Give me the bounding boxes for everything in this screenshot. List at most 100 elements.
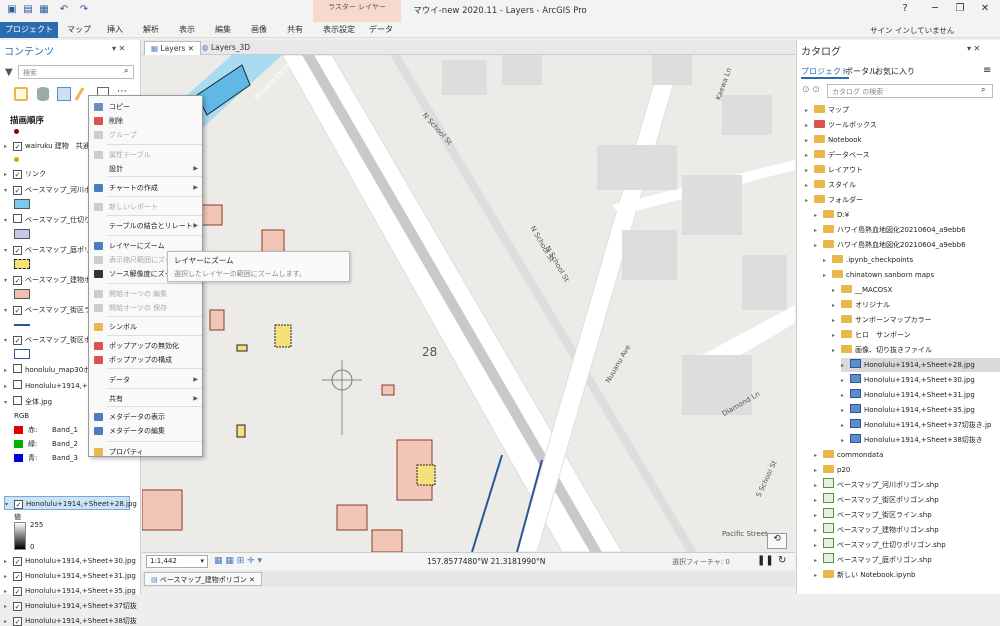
- menu-item[interactable]: データ ▶: [89, 373, 204, 387]
- catalog-item[interactable]: ▸ 新しい Notebook.ipynb: [814, 568, 916, 582]
- search-icon[interactable]: ⌕: [124, 66, 128, 76]
- undo-icon[interactable]: ↶: [58, 4, 70, 16]
- catalog-item[interactable]: ▸ D:¥: [814, 208, 849, 222]
- menu-item[interactable]: シンボル: [89, 320, 204, 334]
- menu-item[interactable]: テーブルの結合とリレート ▶: [89, 219, 204, 233]
- refresh-icon[interactable]: ↻: [778, 555, 786, 566]
- catalog-item[interactable]: ▸ Honolulu+1914,+Sheet+28.jpg: [841, 358, 1000, 372]
- layer-item[interactable]: ▸ ✓ Honolulu+1914,+Sheet+37切抜: [4, 599, 137, 613]
- attribute-table-tab[interactable]: ▤ ベースマップ_建物ポリゴン ✕: [144, 572, 262, 586]
- signin-status[interactable]: サイン インしていません: [870, 25, 954, 36]
- catalog-item[interactable]: ▸ Honolulu+1914,+Sheet+38切抜き: [841, 433, 983, 447]
- catalog-item[interactable]: ▸ ベースマップ_建物ポリゴン.shp: [814, 523, 939, 537]
- layer-item[interactable]: ▾ 全体.jpg: [4, 395, 52, 409]
- menu-item[interactable]: メタデータの編集: [89, 424, 204, 438]
- catalog-item[interactable]: ▸ __MACOSX: [832, 283, 892, 297]
- scale-select[interactable]: 1:1,442 ▾: [146, 555, 208, 568]
- layer-item[interactable]: ▸ ✓ リンク: [4, 167, 46, 181]
- catalog-item[interactable]: ▸ ベースマップ_庭ポリゴン.shp: [814, 553, 932, 567]
- tab-share[interactable]: 共有: [280, 22, 310, 38]
- new-project-icon[interactable]: ▣: [6, 4, 18, 16]
- layer-item[interactable]: ▸ ✓ Honolulu+1914,+Sheet+35.jpg: [4, 584, 136, 598]
- menu-item[interactable]: 削除: [89, 114, 204, 128]
- layer-item-selected[interactable]: ▾ ✓ Honolulu+1914,+Sheet+28.jpg: [4, 496, 137, 510]
- catalog-search-input[interactable]: カタログ の検索: [827, 84, 993, 98]
- layer-item[interactable]: ▸ ✓ Honolulu+1914,+Sheet+38切抜: [4, 614, 137, 626]
- data-source-icon[interactable]: [37, 87, 49, 101]
- contents-search-input[interactable]: 検索: [18, 65, 134, 79]
- layer-item[interactable]: ▸ Honolulu+1914,+Sh: [4, 379, 97, 393]
- catalog-item[interactable]: ▸ p20: [814, 463, 850, 477]
- catalog-item[interactable]: ▸ データベース: [805, 148, 870, 162]
- help-icon[interactable]: ?: [895, 3, 915, 19]
- menu-item[interactable]: チャートの作成 ▶: [89, 181, 204, 195]
- catalog-item[interactable]: ▸ chinatown sanborn maps: [823, 268, 934, 282]
- catalog-tab-portal[interactable]: ポータル: [845, 66, 877, 77]
- tab-edit[interactable]: 編集: [208, 22, 238, 38]
- catalog-item[interactable]: ▸ ベースマップ_河川ポリゴン.shp: [814, 478, 939, 492]
- layer-item[interactable]: ▸ honolulu_map30ポリ: [4, 363, 97, 377]
- menu-icon[interactable]: ≡: [983, 65, 991, 76]
- tab-data[interactable]: データ: [364, 22, 398, 38]
- minimize-button[interactable]: ─: [925, 3, 945, 19]
- back-icon[interactable]: ⊙ ⊙: [802, 85, 820, 95]
- tab-imagery[interactable]: 画像: [244, 22, 274, 38]
- tab-insert[interactable]: 挿入: [100, 22, 130, 38]
- pause-icon[interactable]: ❚❚: [757, 555, 774, 566]
- catalog-tab-project[interactable]: プロジェクト: [801, 66, 849, 79]
- menu-item[interactable]: 共有 ▶: [89, 392, 204, 406]
- menu-item[interactable]: ポップアップの構成: [89, 353, 204, 367]
- catalog-item[interactable]: ▸ commondata: [814, 448, 883, 462]
- catalog-item[interactable]: ▸ Notebook: [805, 133, 862, 147]
- menu-item[interactable]: メタデータの表示: [89, 410, 204, 424]
- catalog-item[interactable]: ▸ Honolulu+1914,+Sheet+30.jpg: [841, 373, 975, 387]
- catalog-item[interactable]: ▸ ハワイ島熱血地図化20210604_a9ebb6: [814, 238, 966, 252]
- catalog-item[interactable]: ▸ マップ: [805, 103, 849, 117]
- draw-order-icon[interactable]: [14, 87, 28, 101]
- tab-view[interactable]: 表示: [172, 22, 202, 38]
- tab-analysis[interactable]: 解析: [136, 22, 166, 38]
- maximize-button[interactable]: ❐: [950, 3, 970, 19]
- catalog-item[interactable]: ▸ ハワイ島熱血地図化20210604_a9ebb6: [814, 223, 966, 237]
- tab-layers-3d[interactable]: ◍ Layers_3D: [196, 41, 256, 55]
- pin-icon[interactable]: ▾ ✕: [112, 44, 125, 53]
- map-view[interactable]: N School St N School St N School St Nuua…: [142, 55, 795, 552]
- catalog-item[interactable]: ▸ 画像、切り抜きファイル: [832, 343, 932, 357]
- layer-item[interactable]: ▸ ✓ Honolulu+1914,+Sheet+31.jpg: [4, 569, 136, 583]
- catalog-item[interactable]: ▸ ツールボックス: [805, 118, 877, 132]
- save-icon[interactable]: ▦: [38, 4, 50, 16]
- catalog-item[interactable]: ▸ オリジナル: [832, 298, 890, 312]
- catalog-item[interactable]: ▸ サンボーンマップカラー: [832, 313, 932, 327]
- tab-project[interactable]: プロジェクト: [0, 22, 58, 38]
- layer-item[interactable]: ▸ ✓ Honolulu+1914,+Sheet+30.jpg: [4, 554, 136, 568]
- tab-appearance[interactable]: 表示設定: [318, 22, 360, 38]
- layer-item[interactable]: ▸ ✓ wairuku 建物 共通: [4, 139, 90, 153]
- catalog-item[interactable]: ▸ ベースマップ_街区ポリゴン.shp: [814, 493, 939, 507]
- catalog-item[interactable]: ▸ スタイル: [805, 178, 856, 192]
- catalog-item[interactable]: ▸ ベースマップ_街区ライン.shp: [814, 508, 932, 522]
- menu-item[interactable]: コピー: [89, 100, 204, 114]
- editing-icon[interactable]: [74, 87, 85, 101]
- open-icon[interactable]: ▤: [22, 4, 34, 16]
- catalog-item[interactable]: ▸ ヒロ サンボーン: [832, 328, 911, 342]
- catalog-item[interactable]: ▸ フォルダー: [805, 193, 863, 207]
- selection-icon[interactable]: [57, 87, 71, 101]
- tab-layers-map[interactable]: ▦ Layers ✕: [144, 41, 201, 55]
- catalog-item[interactable]: ▸ レイアウト: [805, 163, 863, 177]
- menu-item[interactable]: 設計 ▶: [89, 162, 204, 176]
- catalog-search-icon[interactable]: ⌕: [981, 85, 985, 95]
- catalog-item[interactable]: ▸ Honolulu+1914,+Sheet+37切抜き.jp: [841, 418, 991, 432]
- catalog-item[interactable]: ▸ Honolulu+1914,+Sheet+35.jpg: [841, 403, 975, 417]
- close-button[interactable]: ✕: [975, 3, 995, 19]
- catalog-item[interactable]: ▸ .ipynb_checkpoints: [823, 253, 913, 267]
- map-tools-icon[interactable]: ▦ ▦ ⊞ ✛ ▾: [214, 556, 262, 566]
- menu-item[interactable]: プロパティ: [89, 445, 204, 459]
- catalog-tab-favorites[interactable]: お気に入り: [875, 66, 915, 77]
- tab-map[interactable]: マップ: [64, 22, 94, 38]
- menu-item[interactable]: ポップアップの無効化: [89, 339, 204, 353]
- navigator-icon[interactable]: ⟲: [767, 533, 787, 549]
- filter-icon[interactable]: ▼: [5, 67, 13, 78]
- catalog-pin-icon[interactable]: ▾ ✕: [967, 44, 980, 53]
- catalog-item[interactable]: ▸ ベースマップ_仕切りポリゴン.shp: [814, 538, 946, 552]
- redo-icon[interactable]: ↷: [78, 4, 90, 16]
